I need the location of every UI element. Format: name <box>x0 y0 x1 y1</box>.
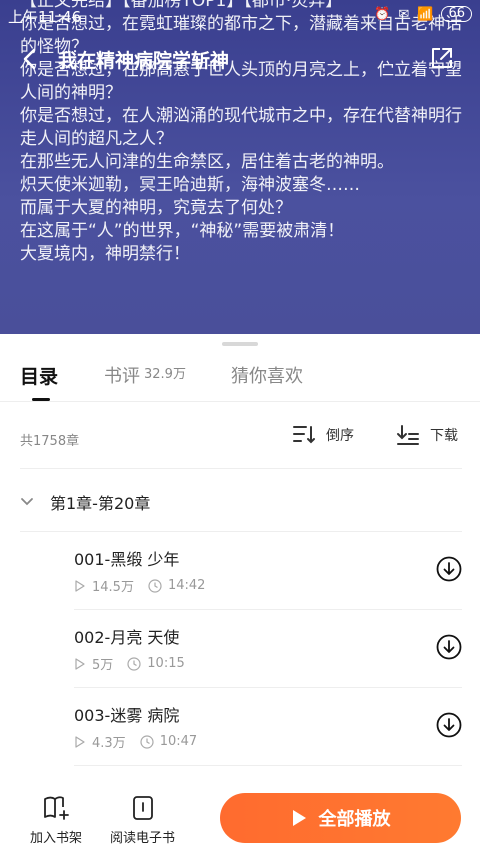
chapter-meta: 14.5万 14:42 <box>74 576 205 595</box>
add-to-shelf-label: 加入书架 <box>30 831 83 846</box>
download-all-button[interactable]: 下载 <box>396 424 458 446</box>
play-count: 14.5万 <box>92 580 134 595</box>
duration: 10:47 <box>159 734 198 749</box>
back-icon[interactable] <box>16 44 46 74</box>
intro-line: 大夏境内，神明禁行！ <box>20 244 190 264</box>
alarm-icon: ⏰ <box>374 6 391 22</box>
chapter-title: 001-黑缎 少年 <box>74 550 180 569</box>
chapter-meta: 4.3万 10:47 <box>74 732 197 751</box>
play-count-icon <box>75 657 85 670</box>
title-bar: 我在精神病院学斩神 <box>0 40 480 80</box>
play-count-icon <box>75 579 85 592</box>
divider <box>0 401 480 402</box>
tab-recommend[interactable]: 猜你喜欢 <box>231 362 303 388</box>
chapter-count: 共1758章 <box>20 434 80 449</box>
chapter-title: 003-迷雾 病院 <box>74 706 180 725</box>
sort-button[interactable]: 倒序 <box>292 424 354 446</box>
read-ebook-button[interactable]: 阅读电子书 <box>110 795 175 846</box>
tab-reviews[interactable]: 书评 32.9万 <box>104 362 186 388</box>
add-to-shelf-button[interactable]: 加入书架 <box>30 795 82 846</box>
download-circle-icon[interactable] <box>436 556 462 582</box>
chapter-item[interactable]: 001-黑缎 少年 14.5万 14:42 <box>74 532 462 610</box>
intro-line: 而属于大夏的神明，究竟去了何处？ <box>20 198 292 218</box>
volume-group-header[interactable]: 第1章-第20章 <box>18 482 462 522</box>
bottom-action-bar: 加入书架 阅读电子书 全部播放 <box>0 775 480 853</box>
ebook-icon <box>132 796 153 820</box>
volume-title: 第1章-第20章 <box>50 494 151 513</box>
tab-bar: 目录 书评 32.9万 猜你喜欢 <box>0 356 480 402</box>
play-all-label: 全部播放 <box>318 809 391 830</box>
tab-catalog[interactable]: 目录 <box>20 362 58 389</box>
status-icons: ⏰ ✉ 📶 66 <box>374 6 472 22</box>
play-count: 5万 <box>92 658 114 673</box>
clock-icon <box>127 656 141 671</box>
intro-line: 你是否想过，在人潮汹涌的现代城市之中，存在代替神明行走人间的超凡之人？ <box>20 106 462 149</box>
play-count: 4.3万 <box>92 736 126 751</box>
download-icon <box>397 425 419 445</box>
book-intro-header: 【正文完结】【番茄榜TOP1】【都市·灵异】 你是否想过，在霓虹璀璨的都市之下，… <box>0 0 480 334</box>
chapter-item[interactable]: 003-迷雾 病院 4.3万 10:47 <box>74 688 462 766</box>
duration: 10:15 <box>147 656 185 671</box>
divider <box>74 765 462 766</box>
status-bar: 上午11:46 ⏰ ✉ 📶 66 <box>0 0 480 30</box>
chapter-item[interactable]: 002-月亮 天使 5万 10:15 <box>74 610 462 688</box>
download-label: 下载 <box>430 428 458 444</box>
play-count-icon <box>75 735 85 748</box>
catalog-toolbar: 共1758章 倒序 下载 <box>20 420 462 460</box>
download-circle-icon[interactable] <box>436 712 462 738</box>
page-title: 我在精神病院学斩神 <box>58 50 230 72</box>
clock-icon <box>148 578 162 593</box>
sort-desc-icon <box>293 426 315 444</box>
intro-line: 在那些无人问津的生命禁区，居住着古老的神明。 <box>20 152 394 172</box>
status-time: 上午11:46 <box>8 8 82 26</box>
read-ebook-label: 阅读电子书 <box>110 831 176 846</box>
chapter-title: 002-月亮 天使 <box>74 628 180 647</box>
wifi-icon: 📶 <box>417 6 434 22</box>
duration: 14:42 <box>167 578 206 593</box>
divider <box>20 468 462 469</box>
book-add-icon <box>44 796 69 820</box>
mail-icon: ✉ <box>398 6 410 22</box>
share-icon[interactable] <box>428 44 456 72</box>
download-circle-icon[interactable] <box>436 634 462 660</box>
play-icon <box>292 810 306 826</box>
reviews-count-badge: 32.9万 <box>144 367 186 382</box>
sort-label: 倒序 <box>326 428 354 444</box>
clock-icon <box>140 734 154 749</box>
play-all-button[interactable]: 全部播放 <box>220 793 461 843</box>
chevron-down-icon <box>21 498 33 506</box>
drag-handle[interactable] <box>222 342 258 346</box>
intro-line: 炽天使米迦勒，冥王哈迪斯，海神波塞冬…… <box>20 175 360 195</box>
chapter-meta: 5万 10:15 <box>74 654 185 673</box>
intro-line: 在这属于“人”的世界，“神秘”需要被肃清！ <box>20 221 345 241</box>
battery-indicator: 66 <box>441 6 472 22</box>
